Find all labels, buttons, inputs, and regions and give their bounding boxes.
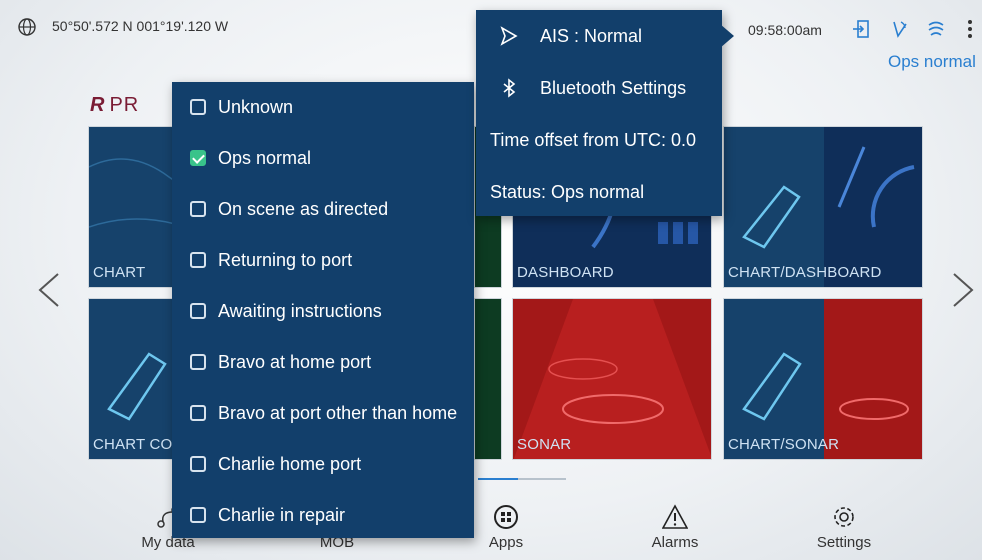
chevron-left-icon[interactable] [36,270,62,310]
apps-icon [494,505,518,529]
option-label: Bravo at home port [218,351,372,372]
status-option-returning[interactable]: Returning to port [172,235,474,285]
bluetooth-label: Bluetooth Settings [540,77,687,98]
sonar-waves-icon[interactable] [925,18,947,40]
ais-status-row[interactable]: Status: Ops normal [476,166,722,218]
time-offset-row[interactable]: Time offset from UTC: 0.0 [476,114,722,166]
checkbox[interactable] [190,507,206,523]
app-tile-chart-sonar[interactable]: CHART/SONAR [723,298,923,460]
checkbox[interactable] [190,99,206,115]
tile-label: DASHBOARD [517,264,614,281]
warning-triangle-icon [662,504,688,529]
checkbox[interactable] [190,405,206,421]
checkbox[interactable] [190,303,206,319]
app-tile-hidden-2[interactable] [474,298,502,460]
status-option-unknown[interactable]: Unknown [172,82,474,132]
nav-label: Alarms [651,534,699,551]
time-offset-label: Time offset from UTC: 0.0 [490,129,697,150]
bluetooth-icon [503,78,516,98]
brand-logo-mark: R [90,94,106,116]
ais-status-text[interactable]: Ops normal [888,52,976,72]
status-option-bravo-home[interactable]: Bravo at home port [172,337,474,387]
nav-label: Settings [816,534,872,551]
gps-coordinates[interactable]: 50°50'.572 N 001°19'.120 W [52,18,228,34]
checkbox[interactable] [190,354,206,370]
gear-icon [834,507,854,527]
tile-label: CHART/DASHBOARD [728,264,882,281]
status-option-awaiting[interactable]: Awaiting instructions [172,286,474,336]
option-label: Awaiting instructions [218,300,382,321]
option-label: Ops normal [218,147,312,168]
status-option-ops-normal[interactable]: Ops normal [172,133,474,183]
ais-status-menu: Unknown Ops normal On scene as directed … [172,82,474,538]
tile-label: CHART [93,264,146,281]
status-option-on-scene[interactable]: On scene as directed [172,184,474,234]
brand-logo: R PR [90,94,139,117]
tile-label: SONAR [517,436,572,453]
status-option-charlie-home[interactable]: Charlie home port [172,439,474,489]
globe-icon[interactable] [18,18,36,36]
option-label: Charlie in repair [218,504,346,525]
option-label: On scene as directed [218,198,389,219]
checkbox[interactable] [190,252,206,268]
nav-alarms[interactable]: Alarms [625,504,725,551]
clock: 09:58:00am [748,22,822,38]
ais-arrow-icon [500,26,518,46]
checkbox-checked[interactable] [190,150,206,166]
status-option-charlie-repair[interactable]: Charlie in repair [172,490,474,540]
option-label: Bravo at port other than home [218,402,458,423]
nav-settings[interactable]: Settings [794,504,894,551]
option-label: Unknown [218,96,294,117]
ais-target-icon[interactable] [889,18,911,40]
checkbox[interactable] [190,201,206,217]
brand-logo-text: PR [109,94,140,116]
ais-mode-row[interactable]: AIS : Normal [476,10,722,62]
app-tile-chart-dashboard[interactable]: CHART/DASHBOARD [723,126,923,288]
bluetooth-row[interactable]: Bluetooth Settings [476,62,722,114]
page-indicator [478,478,566,480]
exit-icon[interactable] [850,18,872,40]
checkbox[interactable] [190,456,206,472]
popover-notch [720,24,734,48]
ais-popover: AIS : Normal Bluetooth Settings Time off… [476,10,722,216]
tile-label: CHART CO [93,436,173,453]
more-menu-icon[interactable] [964,18,976,40]
chevron-right-icon[interactable] [950,270,976,310]
app-tile-sonar[interactable]: SONAR [512,298,712,460]
option-label: Returning to port [218,249,353,270]
option-label: Charlie home port [218,453,362,474]
tile-label: CHART/SONAR [728,436,840,453]
ais-mode-label: AIS : Normal [540,25,643,46]
status-option-bravo-other[interactable]: Bravo at port other than home [172,388,474,438]
ais-status-label: Status: Ops normal [490,181,645,202]
